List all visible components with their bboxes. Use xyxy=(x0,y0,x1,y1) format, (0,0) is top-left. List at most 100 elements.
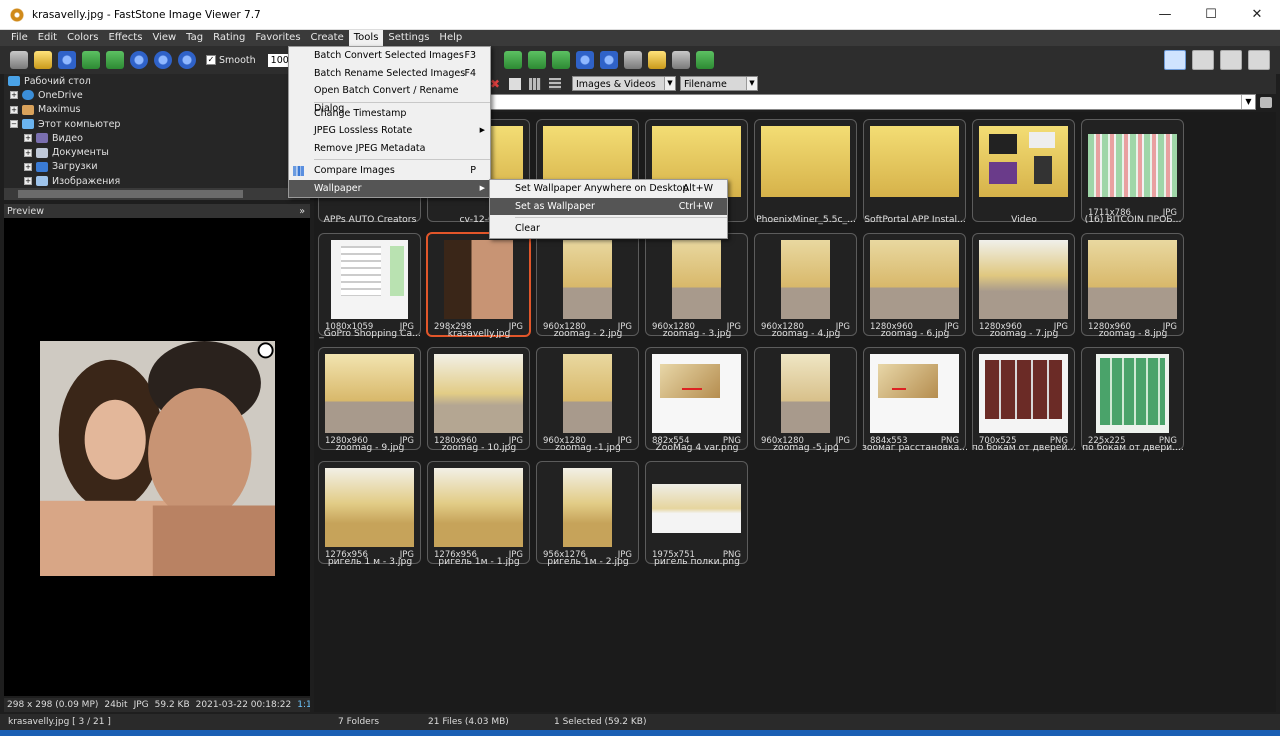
settings-icon[interactable] xyxy=(695,51,714,69)
menu-view[interactable]: View xyxy=(147,30,181,46)
thumbnail-item[interactable]: 1276x956 JPG xyxy=(318,461,421,564)
dropdown-arrow-icon[interactable]: ▼ xyxy=(664,77,675,90)
menu-create[interactable]: Create xyxy=(306,30,349,46)
thumbnail-item[interactable]: 882x554 PNG xyxy=(645,347,748,450)
tree-scrollbar[interactable] xyxy=(4,188,310,200)
tree-item-documents[interactable]: + Документы xyxy=(4,145,310,159)
expand-icon[interactable]: + xyxy=(24,177,32,186)
layout-user-icon[interactable] xyxy=(1220,50,1242,70)
preview-pane[interactable] xyxy=(4,218,310,696)
menu-item-set-wallpaper-anywhere[interactable]: Set Wallpaper Anywhere on Desktop Alt+W xyxy=(490,180,727,198)
expand-icon[interactable]: + xyxy=(24,148,32,157)
menu-effects[interactable]: Effects xyxy=(103,30,147,46)
thumbnail-item[interactable]: 1280x960 JPG xyxy=(863,233,966,336)
thumbnail-item[interactable]: 1280x960 JPG xyxy=(972,233,1075,336)
thumb-list-icon[interactable] xyxy=(549,78,561,90)
minimize-button[interactable]: — xyxy=(1142,0,1188,30)
menu-colors[interactable]: Colors xyxy=(62,30,103,46)
thumbnail-item[interactable]: 956x1276 JPG xyxy=(536,461,639,564)
menu-item-batch-convert[interactable]: Batch Convert Selected Images F3 xyxy=(289,47,490,65)
menu-item-jpeg-rotate[interactable]: JPEG Lossless Rotate ▶ xyxy=(289,122,490,140)
scanner-icon[interactable] xyxy=(623,51,642,69)
filter-select[interactable]: Images & Videos ▼ xyxy=(572,76,676,91)
smooth-toggle[interactable]: ✓ Smooth xyxy=(206,55,256,66)
save-icon[interactable] xyxy=(58,51,76,69)
layout-full-icon[interactable] xyxy=(1248,50,1270,70)
expand-icon[interactable]: + xyxy=(24,162,32,171)
tree-item-downloads[interactable]: + Загрузки xyxy=(4,160,310,174)
prev-folder-icon[interactable] xyxy=(82,51,100,69)
thumbnail-item[interactable]: 1276x956 JPG xyxy=(427,461,530,564)
thumbnail-item[interactable]: 1280x960 JPG xyxy=(427,347,530,450)
fit-icon[interactable] xyxy=(178,51,196,69)
thumbnail-item[interactable]: 1975x751 PNG xyxy=(645,461,748,564)
window-icon[interactable] xyxy=(599,51,618,69)
thumbnail-item[interactable]: 1711x786 JPG xyxy=(1081,119,1184,222)
history-icon[interactable] xyxy=(1260,97,1272,108)
close-button[interactable]: ✕ xyxy=(1234,0,1280,30)
menu-help[interactable]: Help xyxy=(434,30,467,46)
rotate-left-icon[interactable] xyxy=(527,51,546,69)
scrollbar-thumb[interactable] xyxy=(18,190,243,198)
menu-item-remove-metadata[interactable]: Remove JPEG Metadata xyxy=(289,140,490,158)
menu-file[interactable]: File xyxy=(6,30,33,46)
zoom-out-icon[interactable] xyxy=(154,51,172,69)
thumbnail-item-selected[interactable]: 298x298 JPG xyxy=(426,232,531,337)
menu-item-batch-rename[interactable]: Batch Rename Selected Images F4 xyxy=(289,65,490,83)
tree-item-pictures[interactable]: + Изображения xyxy=(4,174,310,188)
expand-icon[interactable]: + xyxy=(10,91,18,100)
tree-item-video[interactable]: + Видео xyxy=(4,131,310,145)
tree-item-desktop[interactable]: Рабочий стол xyxy=(4,74,310,88)
thumbnail-item[interactable]: 225x225 PNG xyxy=(1081,347,1184,450)
tree-item-onedrive[interactable]: + OneDrive xyxy=(4,88,310,102)
expand-icon[interactable]: + xyxy=(24,134,32,143)
thumbnail-item[interactable] xyxy=(754,119,857,222)
thumb-size-icon[interactable] xyxy=(509,78,521,90)
menu-settings[interactable]: Settings xyxy=(383,30,434,46)
menu-tag[interactable]: Tag xyxy=(181,30,208,46)
tree-item-this-pc[interactable]: − Этот компьютер xyxy=(4,117,310,131)
delete-icon[interactable]: ✖ xyxy=(490,77,500,91)
menu-item-wallpaper[interactable]: Wallpaper ▶ xyxy=(289,179,490,197)
smooth-checkbox[interactable]: ✓ xyxy=(206,55,216,65)
email-icon[interactable] xyxy=(647,51,666,69)
menu-item-set-as-wallpaper[interactable]: Set as Wallpaper Ctrl+W xyxy=(490,197,727,215)
menu-item-batch-dialog[interactable]: Open Batch Convert / Rename Dialog xyxy=(289,82,490,114)
menu-item-clear-wallpaper[interactable]: Clear xyxy=(490,220,727,238)
thumbnail-item[interactable]: 960x1280 JPG xyxy=(536,233,639,336)
info-ratio[interactable]: 1:1 xyxy=(297,700,310,710)
maximize-button[interactable]: ☐ xyxy=(1188,0,1234,30)
menu-tools[interactable]: Tools xyxy=(348,30,384,46)
menu-item-change-timestamp[interactable]: Change Timestamp xyxy=(289,105,490,123)
layout-preview-icon[interactable] xyxy=(1192,50,1214,70)
rotate-right-icon[interactable] xyxy=(551,51,570,69)
collapse-icon[interactable]: − xyxy=(10,120,18,129)
thumbnail-item[interactable] xyxy=(863,119,966,222)
menu-favorites[interactable]: Favorites xyxy=(250,30,305,46)
dropdown-arrow-icon[interactable]: ▼ xyxy=(746,77,757,90)
thumbnail-item[interactable]: 960x1280 JPG xyxy=(754,347,857,450)
camera-icon[interactable] xyxy=(10,51,28,69)
thumbnail-item[interactable]: 960x1280 JPG xyxy=(754,233,857,336)
chevron-down-icon[interactable]: ▼ xyxy=(1241,95,1255,109)
thumbnail-item[interactable]: 884x553 PNG xyxy=(863,347,966,450)
expand-icon[interactable]: + xyxy=(10,105,18,114)
zoom-in-icon[interactable] xyxy=(130,51,148,69)
menu-item-compare-images[interactable]: Compare Images P xyxy=(289,162,490,180)
thumbnail-item[interactable]: 700x525 PNG xyxy=(972,347,1075,450)
thumbnail-item[interactable]: 960x1280 JPG xyxy=(645,233,748,336)
slideshow-icon[interactable] xyxy=(503,51,522,69)
thumbnail-item[interactable]: 1080x1059 JPG xyxy=(318,233,421,336)
thumbnail-item[interactable] xyxy=(972,119,1075,222)
sort-select[interactable]: Filename ▼ xyxy=(680,76,758,91)
thumbnail-item[interactable]: 960x1280 JPG xyxy=(536,347,639,450)
menu-rating[interactable]: Rating xyxy=(208,30,250,46)
thumbnail-item[interactable]: 1280x960 JPG xyxy=(1081,233,1184,336)
next-folder-icon[interactable] xyxy=(106,51,124,69)
print-icon[interactable] xyxy=(671,51,690,69)
compare-icon[interactable] xyxy=(575,51,594,69)
tree-item-maximus[interactable]: + Maximus xyxy=(4,103,310,117)
layout-browser-icon[interactable] xyxy=(1164,50,1186,70)
thumbnail-item[interactable]: 1280x960 JPG xyxy=(318,347,421,450)
open-folder-icon[interactable] xyxy=(34,51,52,69)
